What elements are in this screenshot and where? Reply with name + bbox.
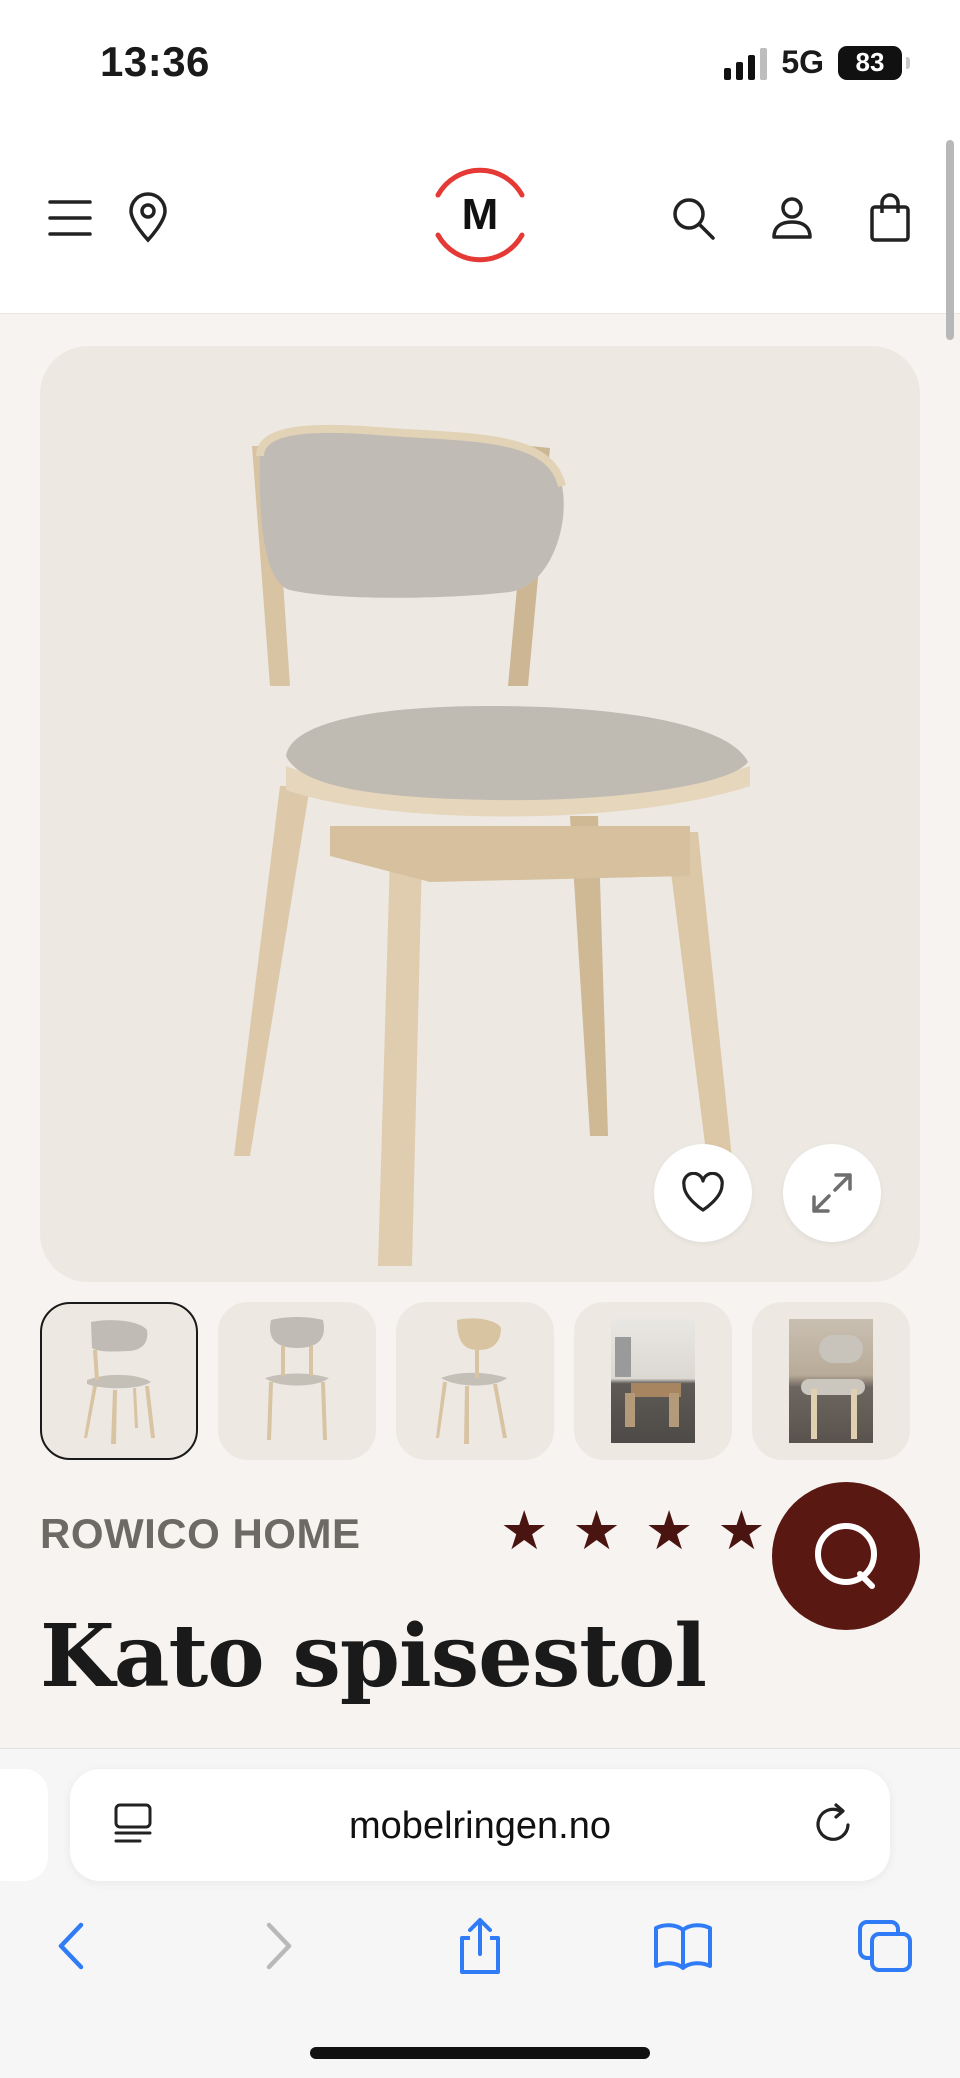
- chat-button[interactable]: [772, 1482, 920, 1630]
- chat-bubble-icon: [815, 1523, 877, 1589]
- chair-thumbnail: [84, 1320, 155, 1444]
- location-pin-icon[interactable]: [116, 186, 180, 250]
- reload-icon[interactable]: [810, 1801, 856, 1852]
- shopping-bag-icon[interactable]: [858, 186, 922, 250]
- thumbnail-5[interactable]: [752, 1302, 910, 1460]
- expand-icon: [812, 1173, 852, 1213]
- favorite-button[interactable]: [654, 1144, 752, 1242]
- room-photo-thumbnail: [789, 1319, 873, 1443]
- signal-icon: [724, 46, 768, 80]
- thumbnail-strip: [40, 1302, 910, 1460]
- room-photo-thumbnail: [611, 1319, 695, 1443]
- home-indicator[interactable]: [310, 2047, 650, 2059]
- chair-image: [234, 424, 750, 1266]
- heart-icon: [682, 1172, 724, 1212]
- store-logo[interactable]: M: [420, 155, 540, 275]
- menu-icon[interactable]: [38, 186, 102, 250]
- user-icon[interactable]: [760, 186, 824, 250]
- thumbnail-3[interactable]: [396, 1302, 554, 1460]
- thumbnail-1[interactable]: [40, 1302, 198, 1460]
- network-type: 5G: [781, 44, 824, 80]
- scroll-indicator: [946, 140, 954, 340]
- status-time: 13:36: [100, 38, 210, 85]
- star-icon: ★: [644, 1501, 694, 1561]
- browser-toolbar: mobelringen.no: [0, 1748, 960, 2078]
- thumbnail-2[interactable]: [218, 1302, 376, 1460]
- chair-thumbnail: [265, 1317, 329, 1440]
- product-main-image[interactable]: [40, 346, 920, 1282]
- status-indicators: 5G 83: [724, 44, 910, 81]
- url-text: mobelringen.no: [349, 1805, 611, 1847]
- battery-level: 83: [855, 47, 885, 77]
- address-bar[interactable]: mobelringen.no: [70, 1769, 890, 1881]
- product-title: Kato spisestol: [40, 1606, 707, 1707]
- status-bar: 13:36 5G 83: [0, 0, 960, 128]
- forward-icon[interactable]: [244, 1911, 314, 1981]
- share-icon[interactable]: [445, 1911, 515, 1981]
- chair-thumbnail: [436, 1318, 507, 1444]
- star-icon: ★: [500, 1501, 549, 1561]
- star-icon: ★: [572, 1501, 621, 1561]
- thumbnail-4[interactable]: [574, 1302, 732, 1460]
- star-icon: ★: [717, 1501, 766, 1561]
- product-brand[interactable]: ROWICO HOME: [40, 1510, 360, 1558]
- logo-letter: M: [462, 190, 499, 239]
- bookmarks-icon[interactable]: [648, 1911, 718, 1981]
- tabs-icon[interactable]: [850, 1911, 920, 1981]
- expand-image-button[interactable]: [783, 1144, 881, 1242]
- battery-icon: 83: [838, 45, 910, 80]
- back-icon[interactable]: [36, 1911, 106, 1981]
- previous-tab-card[interactable]: [0, 1769, 48, 1881]
- search-icon[interactable]: [661, 186, 725, 250]
- site-header: M: [0, 128, 960, 314]
